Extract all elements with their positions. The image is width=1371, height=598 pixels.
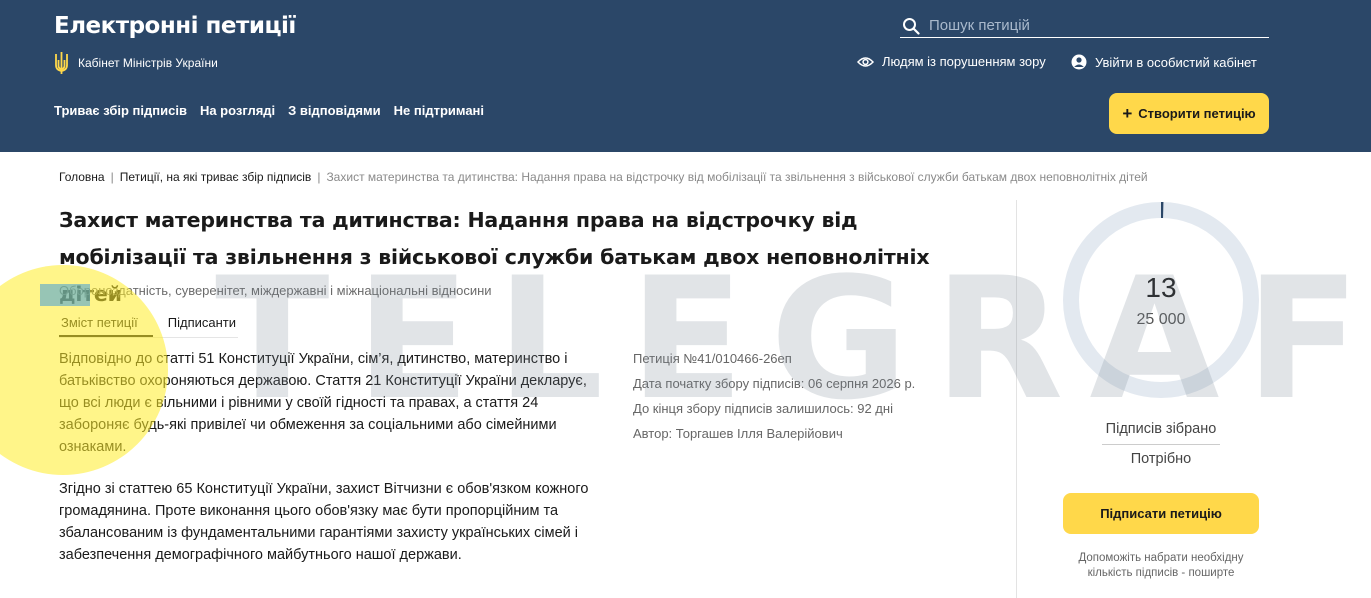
signatures-required-label: Потрібно [1130,451,1192,467]
nav-item-not-supported[interactable]: Не підтримані [394,103,484,118]
accessibility-label: Людям із порушенням зору [882,54,1046,69]
signatures-required-count: 25 000 [1136,311,1186,328]
login-link[interactable]: Увійти в особистий кабінет [1071,54,1257,70]
petition-text: Відповідно до статті 51 Конституції Укра… [59,348,599,566]
petition-start-date: Дата початку збору підписів: 06 серпня 2… [633,376,916,391]
main-nav: Триває збір підписів На розгляді З відпо… [54,103,484,118]
trident-icon [55,52,68,74]
create-petition-button[interactable]: + Створити петицію [1109,93,1269,134]
breadcrumb-current: Захист материнства та дитинства: Надання… [326,170,1148,184]
breadcrumb-separator: | [317,170,321,184]
tab-signers[interactable]: Підписанти [166,315,238,337]
site-title[interactable]: Електронні петиції [54,13,296,39]
petition-paragraph: Згідно зі статтею 65 Конституції України… [59,481,589,563]
tab-content[interactable]: Зміст петиції [59,315,153,337]
search-bar [900,14,1269,38]
cabinet-logo-link[interactable]: Кабінет Міністрів України [53,51,218,75]
petition-remaining: До кінця збору підписів залишилось: 92 д… [633,401,893,416]
breadcrumb-section[interactable]: Петиції, на які триває збір підписів [120,170,312,184]
share-note: Допоможіть набрати необхідну кількість п… [1078,552,1244,579]
user-icon [1071,54,1087,70]
breadcrumb-home[interactable]: Головна [59,170,105,184]
nav-item-answered[interactable]: З відповідями [288,103,380,118]
search-icon[interactable] [902,17,920,35]
nav-item-collecting[interactable]: Триває збір підписів [54,103,187,118]
signatures-collected-label: Підписів зібрано [1105,421,1217,437]
sign-petition-button[interactable]: Підписати петицію [1063,493,1259,534]
stats-divider [1102,444,1220,445]
accessibility-link[interactable]: Людям із порушенням зору [857,54,1046,69]
cabinet-label: Кабінет Міністрів України [78,56,218,70]
petition-tabs: Зміст петиції Підписанти [59,315,238,338]
eye-icon [857,56,874,67]
petition-meta: Петиція №41/010466-26еп Дата початку збо… [633,346,915,446]
sidebar-divider [1016,200,1017,598]
plus-icon: + [1122,104,1133,123]
petition-paragraph: Відповідно до статті 51 Конституції Укра… [59,351,587,455]
breadcrumb: Головна | Петиції, на які триває збір пі… [59,170,1148,184]
petition-number: Петиція №41/010466-26еп [633,351,792,366]
site-header: Електронні петиції Кабінет Міністрів Укр… [0,0,1371,152]
breadcrumb-separator: | [110,170,114,184]
search-input[interactable] [929,17,1249,34]
petition-author: Автор: Торгашев Ілля Валерійович [633,426,843,441]
create-petition-label: Створити петицію [1138,106,1256,121]
login-label: Увійти в особистий кабінет [1095,54,1257,70]
nav-item-under-review[interactable]: На розгляді [200,103,275,118]
petition-category[interactable]: Обороноздатність, суверенітет, міждержав… [59,283,492,298]
signatures-collected-count: 13 [1145,272,1177,303]
